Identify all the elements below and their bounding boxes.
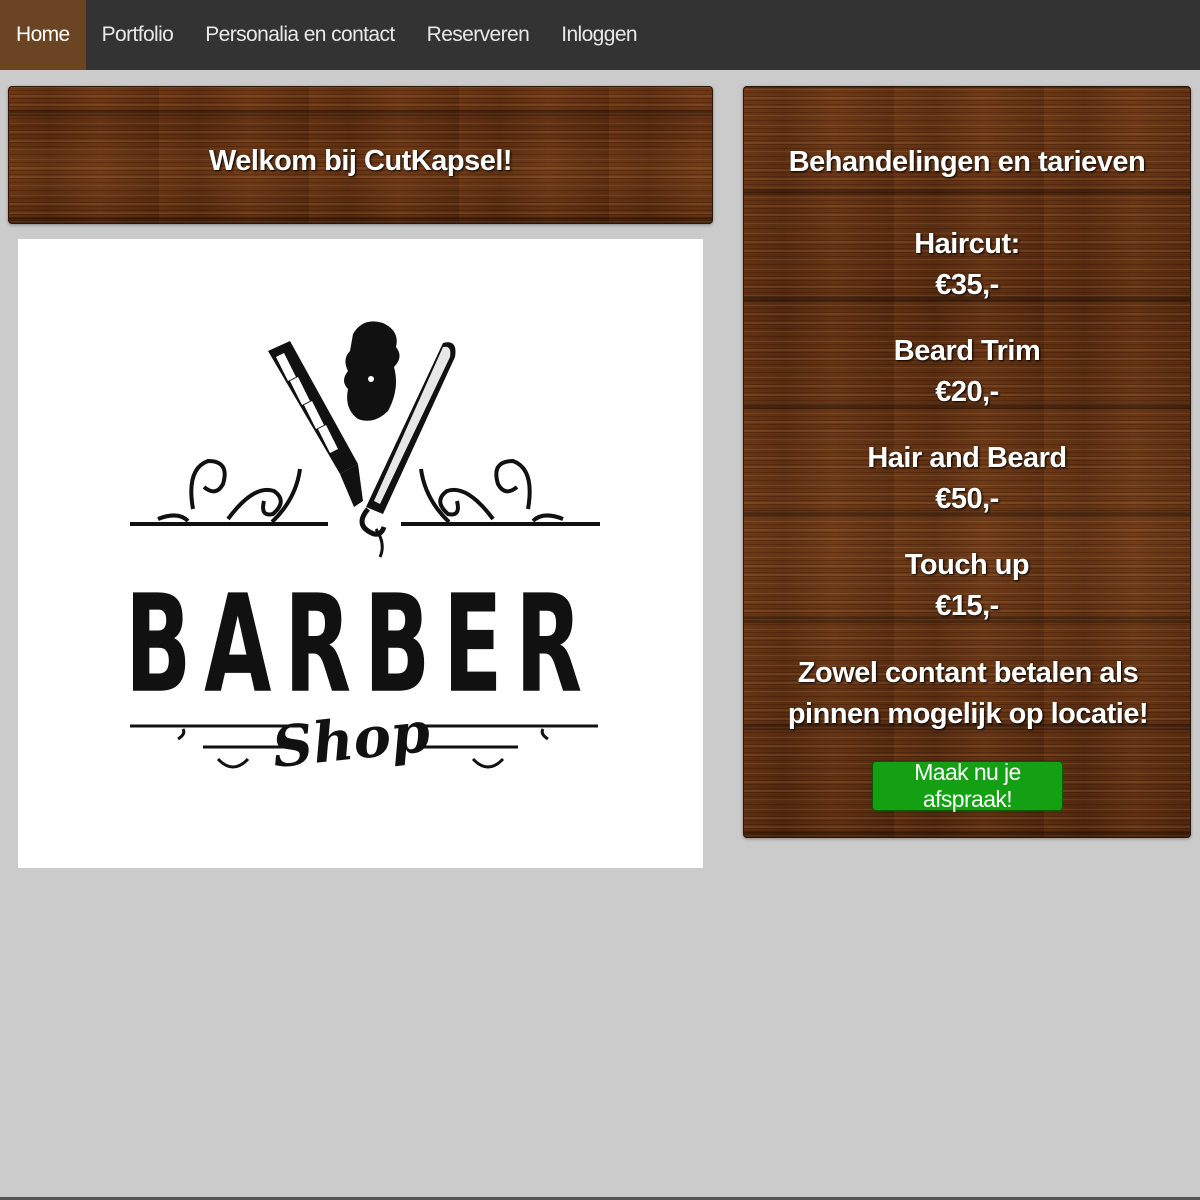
price-item: Haircut: €35,-	[744, 224, 1190, 306]
payment-note: Zowel contant betalen als pinnen mogelij…	[787, 657, 1149, 730]
price-item: Beard Trim €20,-	[744, 331, 1190, 413]
welcome-panel: Welkom bij CutKapsel!	[8, 86, 713, 224]
nav-item-home[interactable]: Home	[0, 0, 86, 70]
price-item-price: €20,-	[935, 376, 999, 408]
ornament-top-right	[401, 458, 600, 526]
barber-shop-logo-image: BARBER Shop	[18, 239, 703, 868]
price-item-name: Hair and Beard	[867, 442, 1067, 474]
nav-item-reserveren[interactable]: Reserveren	[411, 0, 546, 70]
prices-title: Behandelingen en tarieven	[788, 146, 1146, 178]
nav-item-portfolio[interactable]: Portfolio	[86, 0, 190, 70]
nav-item-personalia-en-contact[interactable]: Personalia en contact	[189, 0, 410, 70]
price-item-price: €50,-	[935, 483, 999, 515]
price-item-name: Touch up	[904, 549, 1030, 581]
price-item-price: €35,-	[935, 269, 999, 301]
nav-item-inloggen[interactable]: Inloggen	[545, 0, 653, 70]
price-item: Touch up €15,-	[744, 545, 1190, 627]
barber-wordmark: BARBER	[125, 566, 595, 723]
ornament-top-left	[130, 458, 328, 526]
prices-panel: Behandelingen en tarieven Haircut: €35,-…	[743, 86, 1191, 838]
price-item: Hair and Beard €50,-	[744, 438, 1190, 520]
price-item-name: Beard Trim	[893, 335, 1041, 367]
price-item-price: €15,-	[935, 590, 999, 622]
price-item-name: Haircut:	[914, 228, 1020, 260]
top-navbar: Home Portfolio Personalia en contact Res…	[0, 0, 1200, 70]
book-appointment-button[interactable]: Maak nu je afspraak!	[872, 759, 1063, 812]
bearded-man-icon	[344, 321, 400, 421]
welcome-title: Welkom bij CutKapsel!	[208, 145, 513, 177]
